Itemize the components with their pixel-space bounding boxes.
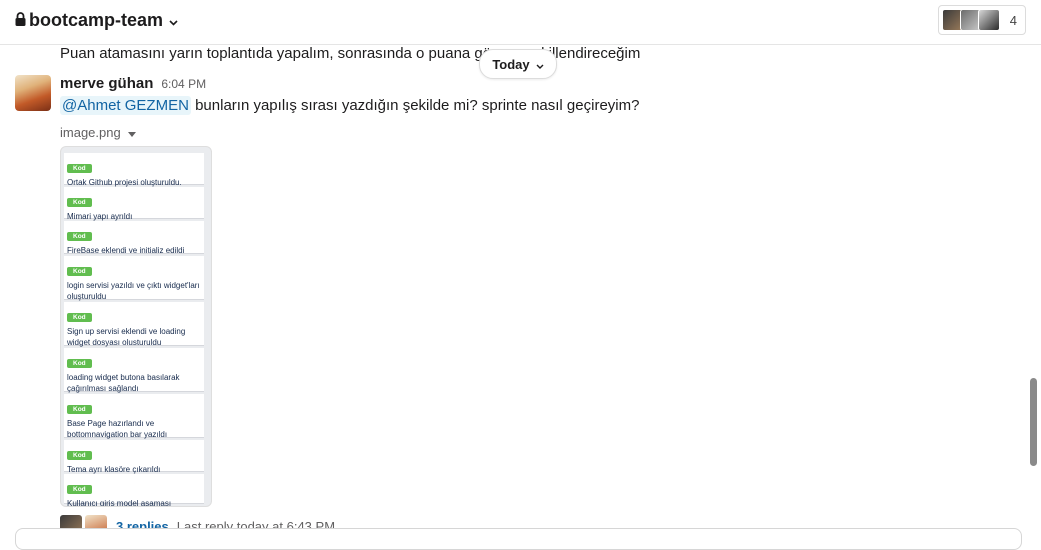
channel-name: bootcamp-team: [29, 10, 164, 30]
date-divider-button[interactable]: Today: [479, 49, 557, 79]
chevron-down-icon: [169, 10, 178, 31]
member-list-button[interactable]: 4: [937, 5, 1026, 35]
message-text: @Ahmet GEZMEN bunların yapılış sırası ya…: [60, 96, 639, 116]
card-text: Base Page hazırlandı ve bottomnavigation…: [67, 419, 168, 439]
caret-down-icon: [127, 125, 136, 140]
scrollbar[interactable]: [1030, 378, 1037, 466]
image-card: Kod FireBase eklendi ve initializ edildi: [64, 221, 204, 255]
file-name-toggle[interactable]: image.png: [60, 125, 136, 140]
card-label: Kod: [67, 313, 92, 322]
card-label: Kod: [67, 198, 92, 207]
image-card: Kod Mimari yapı ayrıldı: [64, 187, 204, 221]
message-body: bunların yapılış sırası yazdığın şekilde…: [190, 97, 640, 114]
chevron-down-icon: [536, 57, 544, 72]
message-composer[interactable]: [15, 528, 1022, 550]
member-count: 4: [1009, 12, 1017, 28]
card-text: FireBase eklendi ve initializ edildi: [67, 246, 185, 255]
card-text: Kullanıcı giriş model aşaması: [67, 499, 172, 507]
channel-name-button[interactable]: bootcamp-team: [15, 10, 178, 31]
card-text: loading widget butona basılarak çağırılm…: [67, 373, 180, 393]
file-name: image.png: [60, 125, 121, 140]
avatar[interactable]: [15, 75, 51, 111]
channel-header: bootcamp-team 4: [0, 0, 1041, 45]
image-card: Kod Ortak Github projesi oluşturuldu.: [64, 153, 204, 187]
image-card: Kod login servisi yazıldı ve çıktı widget…: [64, 256, 204, 301]
member-avatar: [977, 9, 1000, 31]
image-card: Kod Base Page hazırlandı ve bottomnavigat…: [64, 394, 204, 439]
image-attachment[interactable]: ✎ KodOrtak Github projesi oluşturuldu.Ko…: [60, 146, 212, 507]
image-card: Kod Kullanıcı giriş model aşaması: [64, 474, 204, 507]
card-label: Kod: [67, 267, 92, 276]
card-label: Kod: [67, 405, 92, 414]
card-text: login servisi yazıldı ve çıktı widget'la…: [67, 281, 200, 301]
message-timestamp[interactable]: 6:04 PM: [161, 77, 206, 91]
date-divider-label: Today: [492, 56, 530, 72]
message-header: merve gühan 6:04 PM: [60, 75, 206, 92]
lock-icon: [15, 10, 26, 31]
card-label: Kod: [67, 164, 92, 173]
card-text: Sign up servisi eklendi ve loading widge…: [67, 327, 186, 347]
card-label: Kod: [67, 485, 92, 494]
sender-name[interactable]: merve gühan: [60, 75, 153, 92]
user-mention[interactable]: @Ahmet GEZMEN: [60, 96, 191, 115]
card-label: Kod: [67, 451, 92, 460]
image-card: Kod Tema ayrı klasöre çıkarıldı: [64, 440, 204, 474]
image-card: Kod Sign up servisi eklendi ve loading wi…: [64, 302, 204, 347]
image-card: Kod loading widget butona basılarak çağır…: [64, 348, 204, 393]
card-label: Kod: [67, 359, 92, 368]
card-label: Kod: [67, 232, 92, 241]
